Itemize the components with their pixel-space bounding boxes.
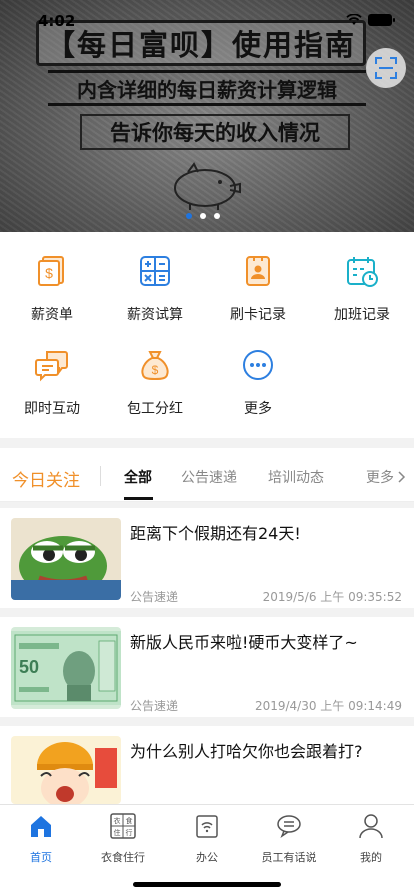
- menu-label: 加班记录: [334, 307, 390, 323]
- chat-icon: [35, 351, 68, 382]
- tabbar-label: 首页: [30, 851, 52, 864]
- home-icon: [31, 816, 51, 837]
- news-title: 为什么别人打哈欠你也会跟着打?: [130, 742, 363, 761]
- svg-text:$: $: [152, 363, 159, 377]
- lifestyle-icon: 衣 食 住 行: [110, 813, 136, 839]
- tab-announcements[interactable]: 公告速递: [181, 467, 237, 487]
- tabbar-label: 我的: [360, 851, 382, 864]
- wifi-icon: [346, 14, 362, 25]
- scan-icon: [375, 57, 397, 79]
- menu-item-bonus[interactable]: $ 包工分红: [103, 348, 207, 418]
- frog-image: [11, 518, 121, 600]
- menu-item-payslip[interactable]: $ 薪资单: [0, 254, 104, 324]
- payslip-icon: $: [38, 256, 64, 286]
- news-item[interactable]: 距离下个假期还有24天! 公告速递 2019/5/6 上午 09:35:52: [0, 508, 414, 608]
- menu-item-salary-calc[interactable]: 薪资试算: [103, 254, 207, 324]
- menu-label: 更多: [244, 401, 272, 417]
- speech-icon: [277, 815, 301, 838]
- menu-label: 薪资单: [31, 307, 73, 323]
- tabbar-label: 衣食住行: [101, 851, 145, 864]
- office-icon: [196, 815, 218, 838]
- today-focus-label: 今日关注: [12, 471, 80, 491]
- svg-text:衣: 衣: [114, 816, 121, 825]
- menu-item-chat[interactable]: 即时互动: [0, 348, 104, 418]
- tabbar-speech[interactable]: 员工有话说: [248, 813, 330, 865]
- tabbar-label: 员工有话说: [261, 851, 317, 864]
- piggy-bank-illustration: [174, 162, 241, 210]
- news-category: 公告速递: [130, 590, 179, 604]
- scan-button[interactable]: [366, 48, 406, 88]
- banner-subtitle-1: 内含详细的每日薪资计算逻辑: [48, 70, 366, 106]
- menu-label: 刷卡记录: [230, 307, 286, 323]
- news-date: 2019/4/30 上午 09:14:49: [254, 699, 402, 713]
- tabbar-home[interactable]: 首页: [0, 813, 82, 865]
- overtime-calendar-icon: [347, 257, 378, 287]
- profile-icon: [359, 814, 383, 839]
- tab-all[interactable]: 全部: [124, 467, 152, 487]
- news-title: 新版人民币来啦!硬币大变样了~: [130, 633, 358, 652]
- chevron-right-icon: [398, 471, 406, 483]
- menu-item-more[interactable]: 更多: [206, 348, 310, 418]
- battery-icon: [368, 14, 395, 26]
- svg-text:$: $: [45, 265, 53, 281]
- carousel-dot[interactable]: [186, 213, 192, 219]
- banknote-image: 50: [11, 627, 121, 709]
- banner-subtitle-2: 告诉你每天的收入情况: [80, 114, 350, 150]
- news-title: 距离下个假期还有24天!: [130, 524, 301, 543]
- tab-more-button[interactable]: 更多: [366, 467, 406, 487]
- active-tab-indicator: [124, 497, 153, 500]
- home-indicator: [133, 882, 281, 887]
- svg-text:50: 50: [19, 657, 39, 677]
- news-item[interactable]: 为什么别人打哈欠你也会跟着打?: [0, 726, 414, 804]
- calculator-icon: [140, 256, 170, 286]
- tab-divider: [100, 466, 101, 486]
- status-time: 4:02: [38, 12, 76, 30]
- menu-item-card-record[interactable]: 刷卡记录: [206, 254, 310, 324]
- menu-item-overtime[interactable]: 加班记录: [310, 254, 414, 324]
- menu-label: 即时互动: [24, 401, 80, 417]
- tab-more-label: 更多: [366, 470, 394, 486]
- tabbar-lifestyle[interactable]: 衣 食 住 行 衣食住行: [82, 813, 164, 865]
- carousel-dot[interactable]: [200, 213, 206, 219]
- card-record-icon: [246, 256, 270, 286]
- tabbar-office[interactable]: 办公: [166, 813, 248, 865]
- news-tabs: 今日关注 全部 公告速递 培训动态 更多: [0, 448, 414, 502]
- news-date: 2019/5/6 上午 09:35:52: [262, 590, 402, 604]
- news-category: 公告速递: [130, 699, 179, 713]
- tabbar-label: 办公: [196, 851, 218, 864]
- menu-label: 包工分红: [127, 401, 183, 417]
- carousel-dots: [186, 213, 220, 219]
- tab-training[interactable]: 培训动态: [268, 467, 324, 487]
- menu-label: 薪资试算: [127, 307, 183, 323]
- cartoon-girl-image: [11, 736, 121, 804]
- svg-text:住: 住: [114, 828, 121, 837]
- feature-menu: $ 薪资单 薪资试算 刷卡记录 加班记录 即时互动 $ 包工分红 更多: [0, 232, 414, 438]
- tabbar-profile[interactable]: 我的: [330, 813, 412, 865]
- svg-text:行: 行: [126, 828, 133, 837]
- money-bag-icon: $: [141, 351, 169, 381]
- svg-text:食: 食: [126, 816, 133, 825]
- carousel-dot[interactable]: [214, 213, 220, 219]
- news-item[interactable]: 50 新版人民币来啦!硬币大变样了~ 公告速递 2019/4/30 上午 09:…: [0, 617, 414, 717]
- more-icon: [243, 350, 273, 380]
- status-bar: 4:02: [0, 0, 414, 44]
